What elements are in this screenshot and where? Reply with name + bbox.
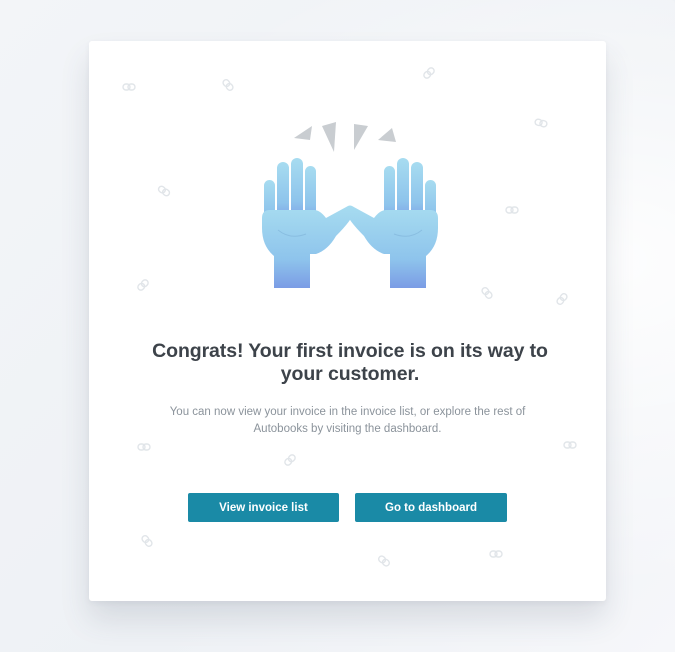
success-title-text: Congrats! Your first invoice is on its w… — [152, 340, 548, 385]
success-title: Congrats! Your first invoice is on its w… — [0, 340, 675, 386]
link-chain-icon — [563, 440, 577, 450]
success-description: You can now view your invoice in the inv… — [0, 404, 675, 438]
link-chain-icon — [489, 549, 503, 559]
link-chain-icon — [505, 205, 519, 215]
link-chain-icon — [122, 82, 136, 92]
view-invoice-list-button[interactable]: View invoice list — [188, 493, 339, 522]
link-chain-icon — [137, 442, 151, 452]
raised-hands-icon — [250, 118, 450, 293]
success-description-text: You can now view your invoice in the inv… — [169, 406, 526, 435]
go-to-dashboard-button[interactable]: Go to dashboard — [355, 493, 507, 522]
